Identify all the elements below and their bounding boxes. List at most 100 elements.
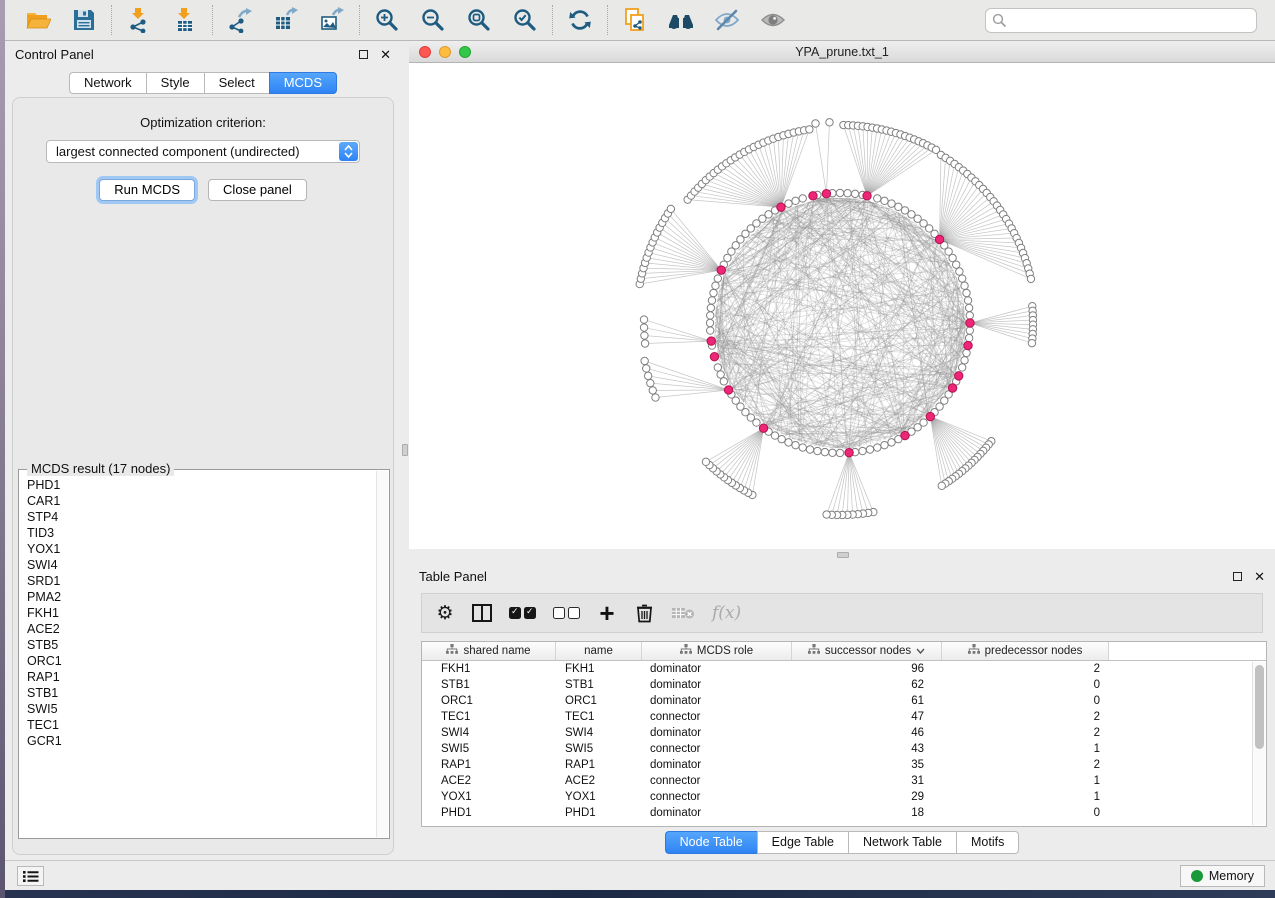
table-cell[interactable]: connector: [642, 791, 792, 803]
table-row[interactable]: FKH1FKH1dominator962: [422, 661, 1266, 677]
refresh-layout-icon[interactable]: [565, 5, 595, 35]
mcds-result-item[interactable]: FKH1: [27, 605, 375, 621]
tab-network-table[interactable]: Network Table: [848, 831, 956, 854]
mcds-result-item[interactable]: ORC1: [27, 653, 375, 669]
table-cell[interactable]: SWI5: [556, 743, 642, 755]
delete-table-icon[interactable]: [671, 601, 695, 625]
table-cell[interactable]: dominator: [642, 663, 792, 675]
tab-motifs[interactable]: Motifs: [956, 831, 1019, 854]
table-cell[interactable]: PHD1: [422, 807, 556, 819]
table-cell[interactable]: FKH1: [556, 663, 642, 675]
table-cell[interactable]: connector: [642, 711, 792, 723]
table-cell[interactable]: 96: [792, 663, 942, 675]
clone-network-icon[interactable]: [620, 5, 650, 35]
table-cell[interactable]: SWI4: [422, 727, 556, 739]
table-cell[interactable]: 2: [942, 711, 1109, 723]
mcds-result-item[interactable]: TEC1: [27, 717, 375, 733]
tab-style[interactable]: Style: [146, 72, 204, 94]
table-cell[interactable]: dominator: [642, 727, 792, 739]
table-cell[interactable]: ACE2: [556, 775, 642, 787]
table-cell[interactable]: STB1: [556, 679, 642, 691]
table-scrollbar[interactable]: [1252, 662, 1265, 825]
table-row[interactable]: STB1STB1dominator620: [422, 677, 1266, 693]
mcds-result-item[interactable]: GCR1: [27, 733, 375, 749]
optimization-criterion-select[interactable]: largest connected component (undirected): [46, 140, 360, 163]
table-cell[interactable]: connector: [642, 775, 792, 787]
tab-mcds[interactable]: MCDS: [269, 72, 337, 94]
table-cell[interactable]: SWI4: [556, 727, 642, 739]
network-window-titlebar[interactable]: YPA_prune.txt_1: [409, 41, 1275, 63]
table-cell[interactable]: PHD1: [556, 807, 642, 819]
table-cell[interactable]: 0: [942, 679, 1109, 691]
close-panel-icon[interactable]: ✕: [1254, 572, 1265, 581]
float-panel-icon[interactable]: [359, 50, 368, 59]
mcds-result-list[interactable]: PHD1CAR1STP4TID3YOX1SWI4SRD1PMA2FKH1ACE2…: [19, 473, 375, 836]
sort-caret-icon[interactable]: [916, 645, 925, 657]
table-cell[interactable]: RAP1: [422, 759, 556, 771]
close-panel-button[interactable]: Close panel: [208, 179, 307, 201]
table-cell[interactable]: 35: [792, 759, 942, 771]
memory-button[interactable]: Memory: [1180, 865, 1265, 887]
table-cell[interactable]: TEC1: [556, 711, 642, 723]
first-neighbors-icon[interactable]: [666, 5, 696, 35]
table-cell[interactable]: 2: [942, 759, 1109, 771]
table-row[interactable]: TEC1TEC1connector472: [422, 709, 1266, 725]
import-table-icon[interactable]: [170, 5, 200, 35]
table-cell[interactable]: ACE2: [422, 775, 556, 787]
mcds-result-item[interactable]: RAP1: [27, 669, 375, 685]
run-mcds-button[interactable]: Run MCDS: [99, 179, 195, 201]
task-history-button[interactable]: [17, 866, 44, 886]
table-scrollbar-thumb[interactable]: [1255, 665, 1264, 749]
tab-node-table[interactable]: Node Table: [665, 831, 757, 854]
mcds-result-item[interactable]: PMA2: [27, 589, 375, 605]
zoom-in-icon[interactable]: [372, 5, 402, 35]
tab-select[interactable]: Select: [204, 72, 269, 94]
column-header-mcds-role[interactable]: MCDS role: [642, 642, 792, 660]
column-header-predecessor-nodes[interactable]: predecessor nodes: [942, 642, 1109, 660]
network-canvas[interactable]: [409, 63, 1275, 549]
mcds-result-item[interactable]: PHD1: [27, 477, 375, 493]
tab-edge-table[interactable]: Edge Table: [757, 831, 848, 854]
column-header-shared-name[interactable]: shared name: [422, 642, 556, 660]
mcds-result-item[interactable]: SWI5: [27, 701, 375, 717]
vertical-splitter[interactable]: [401, 41, 409, 860]
table-cell[interactable]: YOX1: [556, 791, 642, 803]
mcds-result-item[interactable]: TID3: [27, 525, 375, 541]
float-panel-icon[interactable]: [1233, 572, 1242, 581]
table-cell[interactable]: TEC1: [422, 711, 556, 723]
mcds-result-item[interactable]: YOX1: [27, 541, 375, 557]
table-cell[interactable]: 62: [792, 679, 942, 691]
table-row[interactable]: SWI4SWI4dominator462: [422, 725, 1266, 741]
save-session-icon[interactable]: [69, 5, 99, 35]
table-cell[interactable]: 0: [942, 695, 1109, 707]
table-cell[interactable]: 46: [792, 727, 942, 739]
table-row[interactable]: ORC1ORC1dominator610: [422, 693, 1266, 709]
table-row[interactable]: SWI5SWI5connector431: [422, 741, 1266, 757]
table-cell[interactable]: STB1: [422, 679, 556, 691]
show-all-icon[interactable]: [758, 5, 788, 35]
table-cell[interactable]: dominator: [642, 679, 792, 691]
open-session-icon[interactable]: [23, 5, 53, 35]
mcds-result-scrollbar[interactable]: [376, 471, 388, 837]
export-network-icon[interactable]: [225, 5, 255, 35]
tab-network[interactable]: Network: [69, 72, 146, 94]
import-network-icon[interactable]: [124, 5, 154, 35]
table-cell[interactable]: 29: [792, 791, 942, 803]
zoom-selected-icon[interactable]: [510, 5, 540, 35]
table-cell[interactable]: 47: [792, 711, 942, 723]
mcds-result-item[interactable]: SWI4: [27, 557, 375, 573]
select-all-checkboxes-icon[interactable]: [509, 601, 536, 625]
close-panel-icon[interactable]: ✕: [380, 50, 391, 59]
table-cell[interactable]: 1: [942, 775, 1109, 787]
column-header-successor-nodes[interactable]: successor nodes: [792, 642, 942, 660]
mcds-result-item[interactable]: STB1: [27, 685, 375, 701]
show-column-panel-icon[interactable]: [472, 601, 492, 625]
table-row[interactable]: RAP1RAP1dominator352: [422, 757, 1266, 773]
create-column-icon[interactable]: +: [597, 601, 617, 625]
splitter-grip[interactable]: [837, 552, 849, 558]
table-cell[interactable]: YOX1: [422, 791, 556, 803]
table-cell[interactable]: FKH1: [422, 663, 556, 675]
table-row[interactable]: PHD1PHD1dominator180: [422, 805, 1266, 821]
table-cell[interactable]: 1: [942, 791, 1109, 803]
mcds-result-item[interactable]: SRD1: [27, 573, 375, 589]
